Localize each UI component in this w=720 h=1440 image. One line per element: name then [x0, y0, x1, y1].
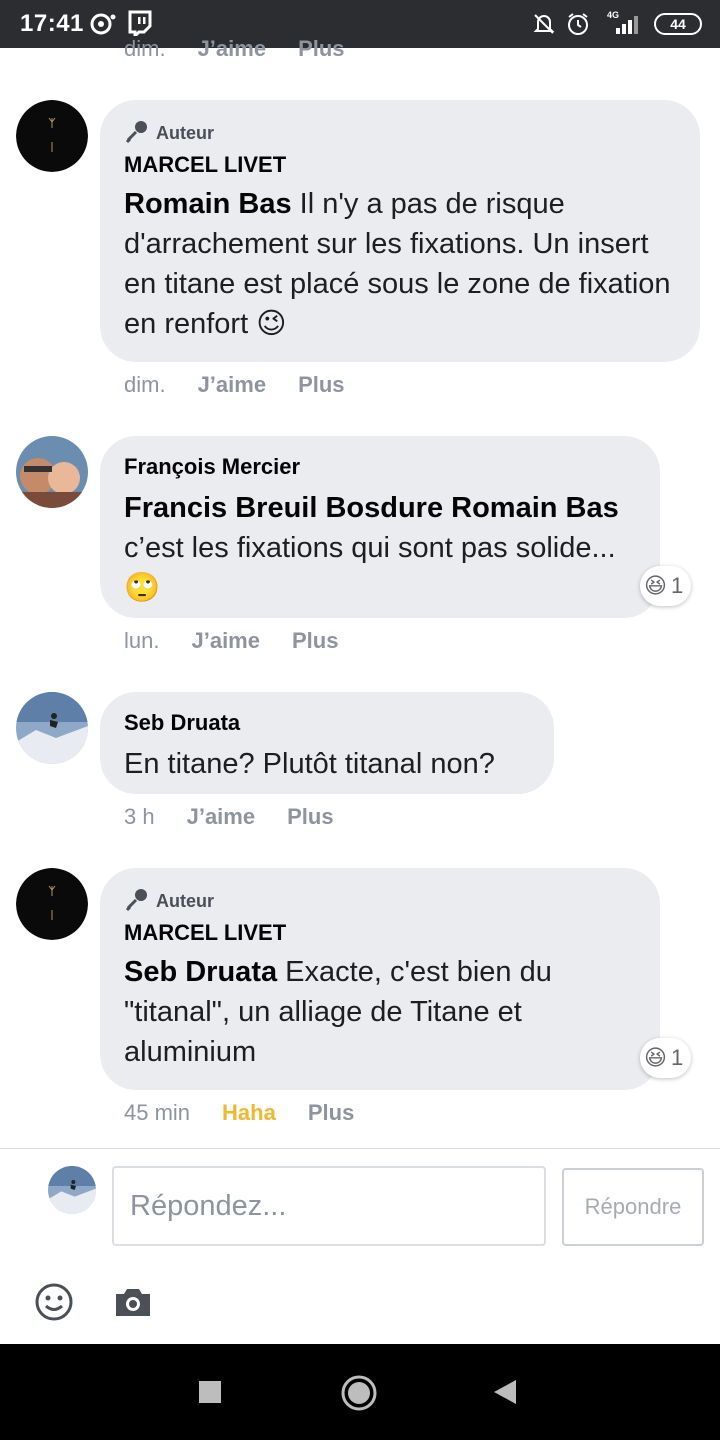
comment-time: dim. — [124, 36, 166, 61]
comment-author[interactable]: MARCEL LIVET — [124, 920, 636, 946]
comment-actions: lun. J’aime Plus — [124, 628, 338, 654]
divider — [0, 1148, 720, 1149]
comment-text: En titane? Plutôt titanal non? — [124, 748, 495, 780]
reply-input[interactable] — [112, 1166, 546, 1246]
reply-button[interactable]: Répondre — [562, 1168, 704, 1246]
more-button[interactable]: Plus — [292, 628, 338, 654]
status-bar: 17:41 4G 44 — [0, 0, 720, 48]
reaction-count: 1 — [670, 1045, 684, 1070]
partial-comment-actions: dim. J’aime Plus — [124, 36, 345, 62]
more-button[interactable]: Plus — [298, 372, 344, 398]
comment-actions: 3 h J’aime Plus — [124, 804, 334, 830]
back-icon[interactable] — [492, 1378, 518, 1411]
comment-time: 45 min — [124, 1100, 191, 1125]
status-time: 17:41 — [20, 10, 84, 37]
microphone-icon — [124, 886, 150, 917]
mention[interactable]: Romain Bas — [124, 188, 292, 220]
laughing-emoji: 😆 — [644, 573, 667, 598]
like-button[interactable]: J’aime — [191, 628, 260, 654]
author-badge-label: Auteur — [156, 890, 214, 911]
comment-bubble: François Mercier Francis Breuil Bosdure … — [100, 436, 660, 618]
alarm-icon — [566, 12, 590, 41]
comment-actions: dim. J’aime Plus — [124, 372, 345, 398]
like-button[interactable]: J’aime — [198, 372, 267, 398]
mention[interactable]: Francis Breuil Bosdure Romain Bas — [124, 492, 619, 524]
more-button[interactable]: Plus — [287, 804, 333, 830]
comment-author[interactable]: Seb Druata — [124, 710, 530, 736]
comment-text: Romain Bas Il n'y a pas de risque d'arra… — [124, 184, 676, 344]
home-icon[interactable] — [340, 1374, 378, 1417]
signal-icon — [606, 14, 644, 39]
eye-roll-emoji: 🙄 — [124, 572, 161, 604]
haha-reaction-button[interactable]: Haha — [222, 1100, 276, 1126]
recents-icon[interactable] — [198, 1380, 222, 1409]
comment-actions: 45 min Haha Plus — [124, 1100, 354, 1126]
like-button[interactable]: J’aime — [187, 804, 256, 830]
comment-time: dim. — [124, 372, 166, 397]
comment-time: lun. — [124, 628, 160, 653]
avatar[interactable] — [16, 868, 88, 940]
like-button[interactable]: J’aime — [198, 36, 267, 62]
wink-emoji: 😉 — [256, 308, 287, 340]
battery-indicator: 44 — [654, 13, 702, 35]
comment-text: Seb Druata Exacte, c'est bien du "titana… — [124, 952, 636, 1072]
user-avatar — [48, 1166, 96, 1214]
avatar[interactable] — [16, 100, 88, 172]
laughing-emoji: 😆 — [644, 1045, 667, 1070]
avatar[interactable] — [16, 436, 88, 508]
more-button[interactable]: Plus — [298, 36, 344, 62]
author-badge: Auteur — [124, 120, 676, 146]
chat-notification-icon — [90, 12, 116, 41]
system-nav-bar — [0, 1344, 720, 1440]
avatar[interactable] — [16, 692, 88, 764]
reaction-count: 1 — [670, 573, 684, 598]
comment-body: c’est les fixations qui sont pas solide.… — [124, 532, 616, 564]
emoji-icon[interactable] — [34, 1282, 74, 1327]
comment-bubble: Seb Druata En titane? Plutôt titanal non… — [100, 692, 554, 794]
reaction-summary[interactable]: 😆 1 — [640, 1038, 692, 1078]
comment-text: Francis Breuil Bosdure Romain Bas c’est l… — [124, 488, 636, 608]
comment-bubble: Auteur MARCEL LIVET Seb Druata Exacte, c… — [100, 868, 660, 1090]
camera-icon[interactable] — [114, 1286, 152, 1323]
author-badge: Auteur — [124, 888, 636, 914]
comment-author[interactable]: François Mercier — [124, 454, 636, 480]
comment-author[interactable]: MARCEL LIVET — [124, 152, 676, 178]
microphone-icon — [124, 118, 150, 149]
bell-muted-icon — [532, 12, 556, 41]
mention[interactable]: Seb Druata — [124, 956, 277, 988]
comment-bubble: Auteur MARCEL LIVET Romain Bas Il n'y a … — [100, 100, 700, 362]
author-badge-label: Auteur — [156, 122, 214, 143]
reaction-summary[interactable]: 😆 1 — [640, 566, 692, 606]
comment-time: 3 h — [124, 804, 155, 829]
more-button[interactable]: Plus — [308, 1100, 354, 1126]
